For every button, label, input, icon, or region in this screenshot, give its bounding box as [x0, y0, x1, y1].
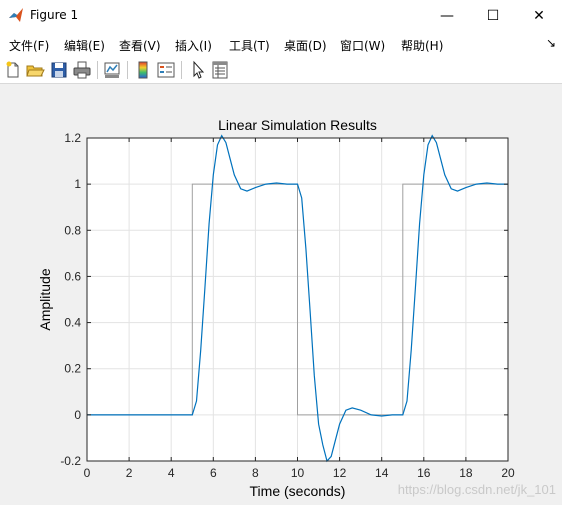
menubar-overflow-icon[interactable]: ↘ [546, 36, 556, 50]
x-tick-label: 0 [84, 466, 91, 480]
menu-insert[interactable]: 插入(I) [175, 37, 212, 54]
x-tick-label: 4 [168, 466, 175, 480]
close-button[interactable]: ✕ [516, 0, 562, 32]
toolbar-separator [127, 61, 128, 79]
window-title: Figure 1 [30, 8, 79, 22]
x-tick-label: 12 [333, 466, 347, 480]
new-figure-icon[interactable] [3, 60, 23, 80]
y-tick-label: 1 [74, 177, 81, 191]
save-icon[interactable] [49, 60, 69, 80]
watermark: https://blog.csdn.net/jk_101 [397, 482, 556, 497]
x-tick-label: 20 [501, 466, 515, 480]
x-tick-label: 6 [210, 466, 217, 480]
property-inspector-icon[interactable] [210, 60, 230, 80]
menu-bar: 文件(F) 编辑(E) 查看(V) 插入(I) 工具(T) 桌面(D) 窗口(W… [0, 32, 562, 56]
y-tick-label: 0.4 [64, 316, 81, 330]
insert-colorbar-icon[interactable] [133, 60, 153, 80]
x-tick-label: 8 [252, 466, 259, 480]
y-tick-label: 0 [74, 408, 81, 422]
menu-file[interactable]: 文件(F) [9, 37, 49, 54]
matlab-logo-icon [9, 8, 23, 22]
figure-canvas: 0 2 4 6 8 10 12 14 16 18 20 -0.2 0 0.2 0.4 0.6 0.8 1 1.2 Li… [0, 85, 562, 505]
open-file-icon[interactable] [25, 60, 45, 80]
menu-window[interactable]: 窗口(W) [340, 37, 385, 54]
x-tick-label: 16 [417, 466, 431, 480]
print-icon[interactable] [72, 60, 92, 80]
y-tick-label: -0.2 [60, 454, 81, 468]
menu-edit[interactable]: 编辑(E) [64, 37, 105, 54]
x-tick-label: 10 [291, 466, 305, 480]
menu-help[interactable]: 帮助(H) [401, 37, 443, 54]
minimize-icon: — [440, 8, 454, 24]
toolbar [0, 56, 562, 84]
menu-tools[interactable]: 工具(T) [229, 37, 270, 54]
close-icon: ✕ [533, 8, 545, 24]
y-axis-label: Amplitude [37, 268, 53, 330]
menu-view[interactable]: 查看(V) [119, 37, 161, 54]
maximize-icon: ☐ [486, 8, 500, 24]
minimize-button[interactable]: — [424, 0, 470, 32]
x-axis-label: Time (seconds) [250, 483, 346, 499]
y-tick-label: 0.8 [64, 223, 81, 237]
x-tick-label: 18 [459, 466, 473, 480]
toolbar-separator [97, 61, 98, 79]
menu-desktop[interactable]: 桌面(D) [284, 37, 327, 54]
toolbar-separator [181, 61, 182, 79]
y-tick-label: 0.2 [64, 362, 81, 376]
x-tick-label: 2 [126, 466, 133, 480]
plot-svg: 0 2 4 6 8 10 12 14 16 18 20-0.200.20.40.60.811.2Li… [37, 117, 515, 499]
insert-legend-icon[interactable] [156, 60, 176, 80]
y-tick-label: 0.6 [64, 269, 81, 283]
link-plot-icon[interactable] [102, 60, 122, 80]
maximize-button[interactable]: ☐ [470, 0, 516, 32]
edit-plot-icon[interactable] [188, 60, 208, 80]
chart-title: Linear Simulation Results [218, 117, 377, 133]
x-tick-label: 14 [375, 466, 389, 480]
title-bar[interactable]: Figure 1 — ☐ ✕ [0, 0, 562, 32]
y-tick-label: 1.2 [64, 131, 81, 145]
